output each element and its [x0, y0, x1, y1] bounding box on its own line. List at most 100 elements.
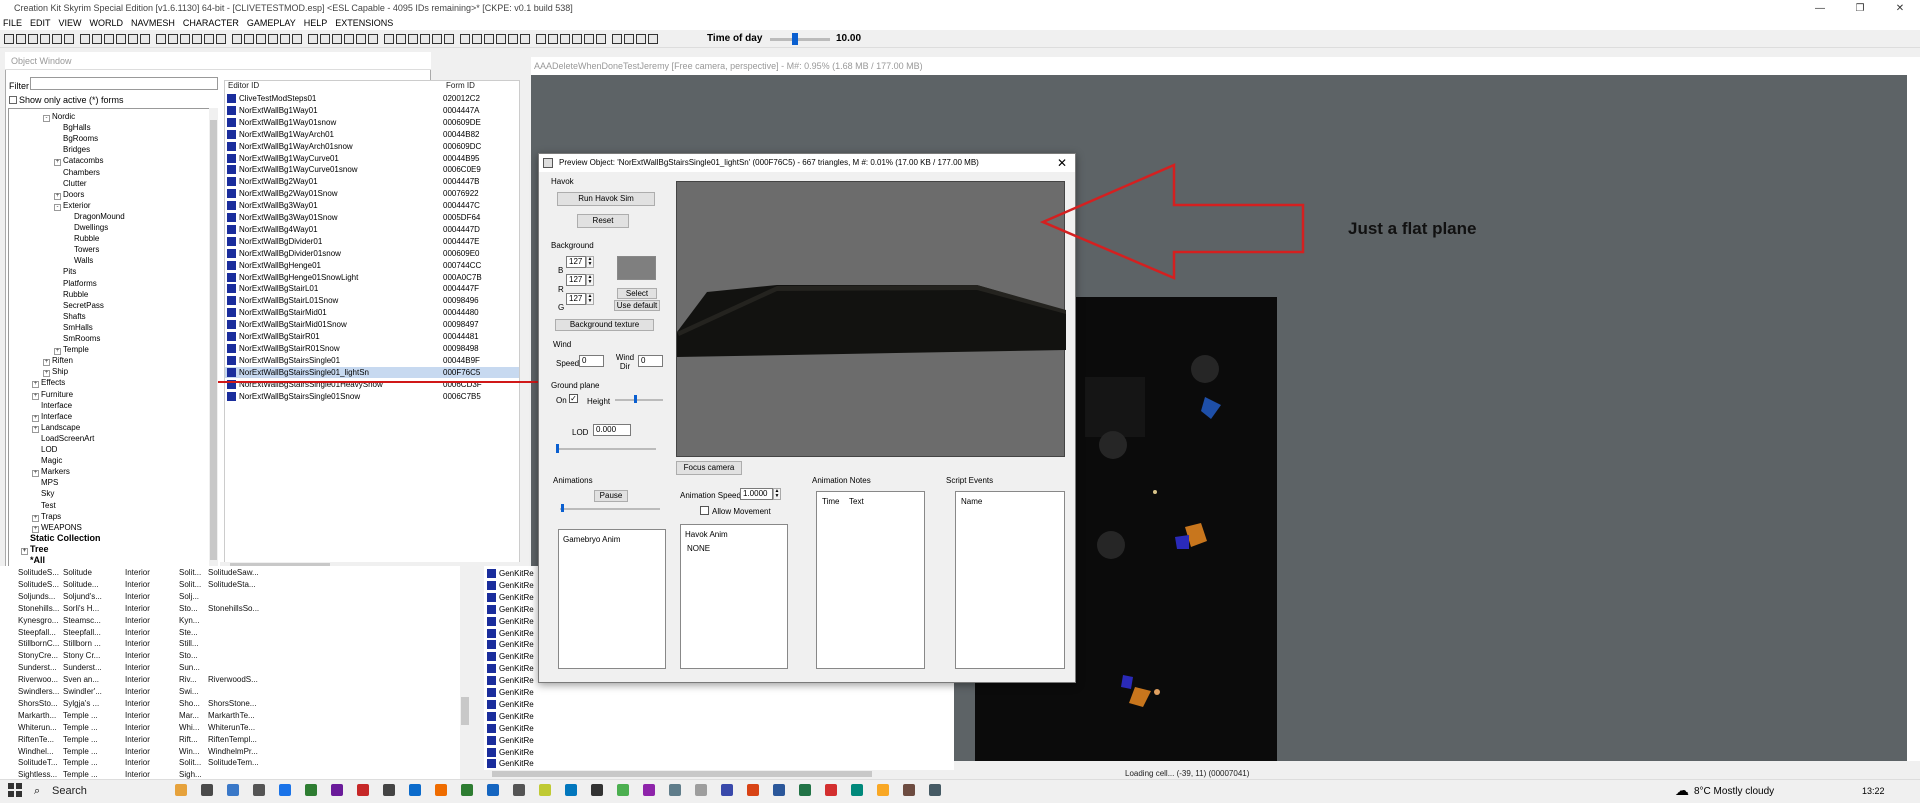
collapse-icon[interactable]: - [54, 203, 61, 211]
ground-on-checkbox[interactable]: ✓ [569, 394, 578, 403]
toolbar-button-icon[interactable] [168, 34, 178, 44]
wind-dir-input[interactable]: 0 [638, 355, 663, 367]
list-item[interactable]: StillbornC... Stillborn ... Interior Still.… [18, 638, 468, 650]
gamebryo-anim-list[interactable] [558, 529, 666, 669]
toolbar-button-icon[interactable] [472, 34, 482, 44]
tree-node[interactable]: SmRooms [54, 333, 100, 344]
background-texture-button[interactable]: Background texture [555, 319, 654, 331]
tree-node[interactable]: LoadScreenArt [32, 433, 94, 444]
preview-viewport[interactable] [676, 181, 1066, 457]
taskbar-app-icon[interactable] [903, 784, 915, 796]
expand-icon[interactable]: + [32, 381, 39, 389]
taskbar-app-icon[interactable] [253, 784, 265, 796]
toolbar-button-icon[interactable] [116, 34, 126, 44]
menu-character[interactable]: CHARACTER [183, 17, 239, 30]
taskbar-search[interactable]: Search [52, 785, 87, 797]
toolbar-button-icon[interactable] [356, 34, 366, 44]
animation-notes-list[interactable] [816, 491, 925, 669]
list-item[interactable]: ShorsSto... Sylgja's ... Interior Sho... Sho… [18, 698, 468, 710]
g-spinner[interactable]: ▲ ▼ [586, 293, 594, 305]
toolbar-button-icon[interactable] [584, 34, 594, 44]
toolbar-button-icon[interactable] [128, 34, 138, 44]
toolbar-button-icon[interactable] [40, 34, 50, 44]
taskbar-app-icon[interactable] [721, 784, 733, 796]
toolbar-button-icon[interactable] [560, 34, 570, 44]
list-item[interactable]: Soljunds... Soljund's... Interior Solj... [18, 591, 468, 603]
table-row[interactable]: NorExtWallBg1Way01snow 000609DE [225, 117, 519, 128]
toolbar-button-icon[interactable] [180, 34, 190, 44]
table-row[interactable]: NorExtWallBg2Way01Snow 00076922 [225, 188, 519, 199]
taskbar-app-icon[interactable] [851, 784, 863, 796]
tree-node[interactable]: Rubble [65, 233, 99, 244]
list-item[interactable]: Windhel... Temple ... Interior Win... Windhe… [18, 746, 468, 758]
toolbar-button-icon[interactable] [52, 34, 62, 44]
menu-gameplay[interactable]: GAMEPLAY [247, 17, 296, 30]
list-item[interactable]: Swindlers... Swindler'... Interior Swi... [18, 686, 468, 698]
toolbar-button-icon[interactable] [520, 34, 530, 44]
toolbar-button-icon[interactable] [156, 34, 166, 44]
toolbar-button-icon[interactable] [636, 34, 646, 44]
tree-node[interactable]: LOD [32, 444, 57, 455]
taskbar-app-icon[interactable] [331, 784, 343, 796]
havok-anim-value[interactable]: NONE [687, 544, 710, 553]
cell-list-scrollbar-thumb[interactable] [461, 697, 469, 725]
expand-icon[interactable]: + [32, 514, 39, 522]
tree-node[interactable]: Rubble [54, 289, 88, 300]
taskbar-app-icon[interactable] [383, 784, 395, 796]
list-item[interactable]: Riverwoo... Sven an... Interior Riv... River… [18, 674, 468, 686]
taskbar-app-icon[interactable] [435, 784, 447, 796]
menu-edit[interactable]: EDIT [30, 17, 51, 30]
toolbar-button-icon[interactable] [596, 34, 606, 44]
tree-node[interactable]: + Traps [32, 511, 61, 522]
taskbar-app-icon[interactable] [175, 784, 187, 796]
toolbar-button-icon[interactable] [368, 34, 378, 44]
weather-icon[interactable]: ☁ [1675, 782, 1689, 799]
taskbar-app-icon[interactable] [305, 784, 317, 796]
animation-slider-thumb[interactable] [561, 504, 564, 512]
tree-node[interactable]: Bridges [54, 144, 90, 155]
tree-node[interactable]: *All [21, 555, 45, 566]
tree-node[interactable]: - Nordic [43, 111, 75, 122]
windows-start-icon[interactable] [8, 783, 22, 797]
tree-scrollbar-thumb[interactable] [210, 120, 217, 560]
toolbar-button-icon[interactable] [572, 34, 582, 44]
toolbar-button-icon[interactable] [64, 34, 74, 44]
tree-node[interactable]: Dwellings [65, 222, 108, 233]
taskbar-app-icon[interactable] [773, 784, 785, 796]
table-row[interactable]: NorExtWallBgDivider01snow 000609E0 [225, 248, 519, 259]
toolbar-button-icon[interactable] [332, 34, 342, 44]
reset-button[interactable]: Reset [577, 214, 629, 228]
list-item[interactable]: Sunderst... Sunderst... Interior Sun... [18, 662, 468, 674]
text-column[interactable]: Text [849, 497, 864, 506]
toolbar-button-icon[interactable] [16, 34, 26, 44]
toolbar-button-icon[interactable] [268, 34, 278, 44]
animation-slider-track[interactable] [560, 508, 660, 510]
list-item[interactable]: RiftenTe... Temple ... Interior Rift... Rift… [18, 734, 468, 746]
toolbar-button-icon[interactable] [408, 34, 418, 44]
expand-icon[interactable]: + [32, 470, 39, 478]
menu-file[interactable]: FILE [3, 17, 22, 30]
table-row[interactable]: NorExtWallBg2Way01 0004447B [225, 176, 519, 187]
toolbar-button-icon[interactable] [292, 34, 302, 44]
toolbar-button-icon[interactable] [484, 34, 494, 44]
table-row[interactable]: NorExtWallBgStairMid01Snow 00098497 [225, 319, 519, 330]
table-row[interactable]: NorExtWallBgStairsSingle01 00044B9F [225, 355, 519, 366]
table-row[interactable]: NorExtWallBg1Way01 0004447A [225, 105, 519, 116]
menu-world[interactable]: WORLD [90, 17, 124, 30]
toolbar-button-icon[interactable] [384, 34, 394, 44]
tree-node[interactable]: SmHalls [54, 322, 93, 333]
table-row[interactable]: NorExtWallBg1WayArch01 00044B82 [225, 129, 519, 140]
taskbar-app-icon[interactable] [617, 784, 629, 796]
taskbar-app-icon[interactable] [409, 784, 421, 796]
tree-node[interactable]: Walls [65, 255, 93, 266]
search-icon[interactable]: ⌕ [34, 785, 40, 798]
list-item[interactable]: Whiterun... Temple ... Interior Whi... White… [18, 722, 468, 734]
toolbar-button-icon[interactable] [508, 34, 518, 44]
list-item[interactable]: StonyCre... Stony Cr... Interior Sto... [18, 650, 468, 662]
toolbar-button-icon[interactable] [548, 34, 558, 44]
toolbar-button-icon[interactable] [80, 34, 90, 44]
weather-text[interactable]: 8°C Mostly cloudy [1694, 786, 1774, 797]
toolbar-button-icon[interactable] [92, 34, 102, 44]
tree-node[interactable]: + Furniture [32, 389, 73, 400]
height-slider-track[interactable] [615, 399, 663, 401]
